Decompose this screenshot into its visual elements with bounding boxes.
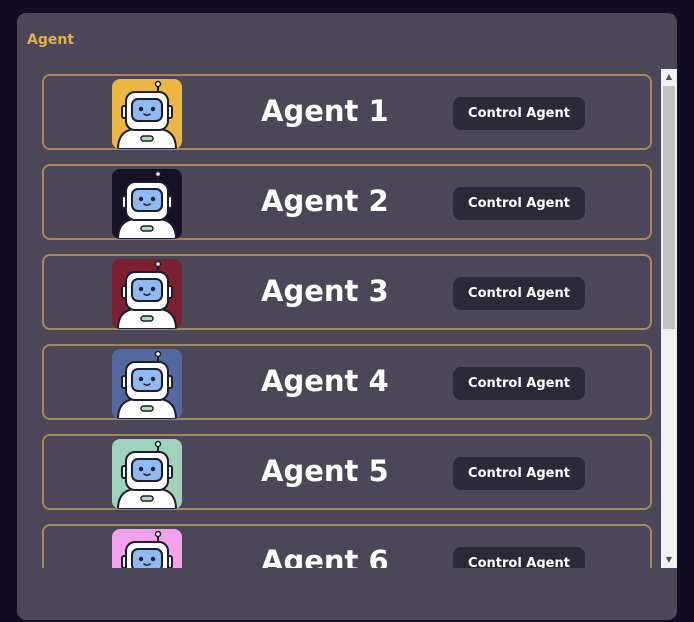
robot-icon — [112, 169, 182, 239]
robot-icon — [112, 259, 182, 329]
agent-row: Agent 4 Control Agent — [42, 344, 652, 420]
agent-name: Agent 4 — [261, 364, 389, 398]
agent-name: Agent 6 — [261, 544, 389, 568]
control-agent-button[interactable]: Control Agent — [453, 547, 585, 568]
agent-row: Agent 1 Control Agent — [42, 74, 652, 150]
control-agent-button[interactable]: Control Agent — [453, 367, 585, 400]
panel-title: Agent — [27, 32, 75, 48]
agent-row: Agent 3 Control Agent — [42, 254, 652, 330]
scrollbar-thumb[interactable] — [663, 86, 675, 329]
agent-panel: Agent Agent 1 Control Agent Agent 2 Cont… — [17, 13, 677, 620]
robot-icon — [112, 529, 182, 568]
agent-row: Agent 2 Control Agent — [42, 164, 652, 240]
control-agent-button[interactable]: Control Agent — [453, 97, 585, 130]
agent-row: Agent 5 Control Agent — [42, 434, 652, 510]
agent-name: Agent 2 — [261, 184, 389, 218]
control-agent-button[interactable]: Control Agent — [453, 277, 585, 310]
scroll-up-arrow-icon[interactable]: ▲ — [661, 69, 677, 85]
control-agent-button[interactable]: Control Agent — [453, 457, 585, 490]
agent-name: Agent 3 — [261, 274, 389, 308]
list-scrollbar[interactable]: ▲ ▼ — [661, 69, 677, 568]
agent-name: Agent 5 — [261, 454, 389, 488]
robot-icon — [112, 79, 182, 149]
scroll-down-arrow-icon[interactable]: ▼ — [661, 552, 677, 568]
agent-list: Agent 1 Control Agent Agent 2 Control Ag… — [17, 69, 661, 568]
agent-row: Agent 6 Control Agent — [42, 524, 652, 568]
agent-name: Agent 1 — [261, 94, 389, 128]
robot-icon — [112, 439, 182, 509]
control-agent-button[interactable]: Control Agent — [453, 187, 585, 220]
robot-icon — [112, 349, 182, 419]
